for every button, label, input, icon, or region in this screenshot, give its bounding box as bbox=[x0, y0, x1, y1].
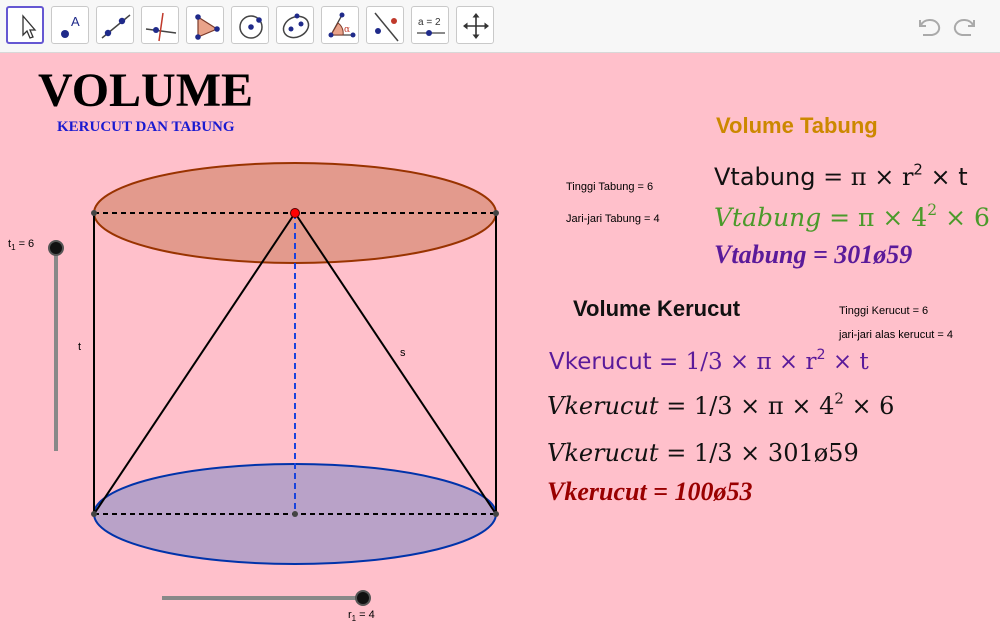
point-top-left[interactable] bbox=[91, 210, 97, 216]
graphics-view[interactable]: VOLUME KERUCUT DAN TABUNG t s t1 = 6 r1 … bbox=[0, 53, 1000, 640]
slider-tool-button[interactable]: a = 2 bbox=[411, 6, 449, 44]
point-base-right[interactable] bbox=[493, 511, 499, 517]
perpendicular-tool-button[interactable] bbox=[141, 6, 179, 44]
line-icon bbox=[101, 14, 131, 39]
point-icon: A bbox=[61, 14, 80, 38]
kerucut-tinggi-label: Tinggi Kerucut = 6 bbox=[839, 305, 929, 317]
tabung-jari-label: Jari-jari Tabung = 4 bbox=[566, 213, 660, 225]
point-tool-label: A bbox=[71, 14, 80, 29]
conic-tool-button[interactable] bbox=[276, 6, 314, 44]
kerucut-formula-volume-tabung: Vkerucut = 1/3 × 301ø59 bbox=[547, 439, 859, 467]
perpendicular-line-icon bbox=[145, 12, 177, 42]
slider-tool-label: a = 2 bbox=[418, 17, 441, 28]
polygon-icon bbox=[195, 14, 220, 40]
slider-t1-handle[interactable] bbox=[48, 240, 64, 256]
ellipse-icon bbox=[282, 13, 310, 39]
cylinder-cone-figure bbox=[48, 162, 499, 606]
move-view-tool-button[interactable] bbox=[456, 6, 494, 44]
kerucut-jari-label: jari-jari alas kerucut = 4 bbox=[839, 329, 954, 341]
label-t: t bbox=[78, 341, 82, 353]
kerucut-heading: Volume Kerucut bbox=[573, 296, 741, 321]
polygon-tool-button[interactable] bbox=[186, 6, 224, 44]
tabung-heading: Volume Tabung bbox=[716, 113, 878, 138]
point-base-left[interactable] bbox=[91, 511, 97, 517]
tabung-formula-general: Vtabung = π × r2 × t bbox=[714, 160, 968, 191]
circle-icon bbox=[239, 15, 263, 39]
redo-icon[interactable] bbox=[950, 12, 980, 40]
angle-tool-label: α bbox=[344, 25, 350, 35]
kerucut-formula-general: Vkerucut = 1/3 × π × r2 × t bbox=[549, 347, 869, 375]
tabung-result: Vtabung = 301ø59 bbox=[714, 240, 913, 269]
tabung-tinggi-label: Tinggi Tabung = 6 bbox=[566, 181, 654, 193]
cursor-arrow-icon bbox=[22, 14, 37, 39]
cone-apex-point[interactable] bbox=[290, 208, 300, 218]
reflect-line-icon bbox=[374, 12, 399, 42]
line-tool-button[interactable] bbox=[96, 6, 134, 44]
slider-icon: a = 2 bbox=[417, 17, 445, 36]
kerucut-result: Vkerucut = 100ø53 bbox=[547, 477, 753, 506]
angle-tool-button[interactable]: α bbox=[321, 6, 359, 44]
point-tool-button[interactable]: A bbox=[51, 6, 89, 44]
label-s: s bbox=[400, 347, 406, 359]
angle-icon: α bbox=[328, 12, 356, 38]
slider-r1-label: r1 = 4 bbox=[348, 609, 375, 624]
undo-icon[interactable] bbox=[914, 12, 944, 40]
slider-t1-label: t1 = 6 bbox=[8, 238, 35, 253]
reflect-tool-button[interactable] bbox=[366, 6, 404, 44]
kerucut-formula-substituted: Vkerucut = 1/3 × π × 42 × 6 bbox=[547, 389, 895, 420]
tabung-formula-substituted: Vtabung = π × 42 × 6 bbox=[714, 201, 990, 232]
move-tool-button[interactable] bbox=[6, 6, 44, 44]
toolbar: A α a = 2 bbox=[0, 0, 1000, 53]
point-top-right[interactable] bbox=[493, 210, 499, 216]
point-base-center[interactable] bbox=[292, 511, 298, 517]
move-arrows-icon bbox=[463, 13, 489, 39]
circle-tool-button[interactable] bbox=[231, 6, 269, 44]
slider-r1-handle[interactable] bbox=[355, 590, 371, 606]
